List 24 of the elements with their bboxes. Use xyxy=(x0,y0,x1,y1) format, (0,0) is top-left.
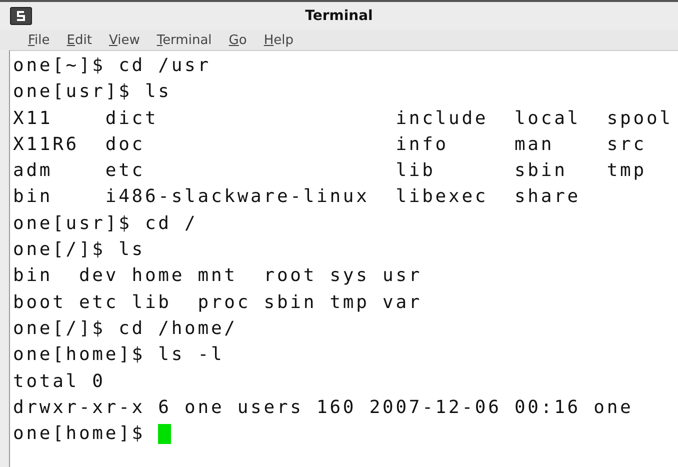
terminal-line: one[/]$ ls xyxy=(13,238,145,262)
terminal-line: one[usr]$ cd / xyxy=(13,212,198,236)
terminal-line: X11R6 doc info man src xyxy=(13,132,646,157)
terminal-line: total 0 xyxy=(13,370,106,394)
terminal-line: boot etc lib proc sbin tmp var xyxy=(13,290,422,315)
terminal-line: one[/]$ cd /home/ xyxy=(13,316,238,341)
menu-item[interactable]: Help xyxy=(256,32,302,48)
menu-item[interactable]: Terminal xyxy=(148,32,221,48)
terminal-area[interactable] xyxy=(9,50,678,467)
terminal-line: adm etc lib sbin tmp xyxy=(13,159,646,184)
terminal-line: one[home]$ ls -l xyxy=(13,343,224,368)
terminal-app-icon[interactable] xyxy=(10,7,32,25)
terminal-line: bin dev home mnt root sys usr xyxy=(13,264,422,288)
terminal-line: one[~]$ cd /usr xyxy=(13,54,211,78)
menu-item[interactable]: View xyxy=(100,32,149,48)
menu-item[interactable]: File xyxy=(20,32,59,48)
terminal-line: one[home]$ xyxy=(13,422,146,446)
menu-item[interactable]: Go xyxy=(220,32,256,48)
window-title: Terminal xyxy=(304,8,374,24)
terminal-line: one[usr]$ ls xyxy=(13,80,172,104)
menu-item[interactable]: Edit xyxy=(58,32,101,48)
terminal-line: X11 dict include local spool xyxy=(13,106,673,131)
terminal-line: drwxr-xr-x 6 one users 160 2007-12-06 00:16 one xyxy=(13,396,634,420)
terminal-line: bin i486-slackware-linux libexec share xyxy=(13,185,580,210)
